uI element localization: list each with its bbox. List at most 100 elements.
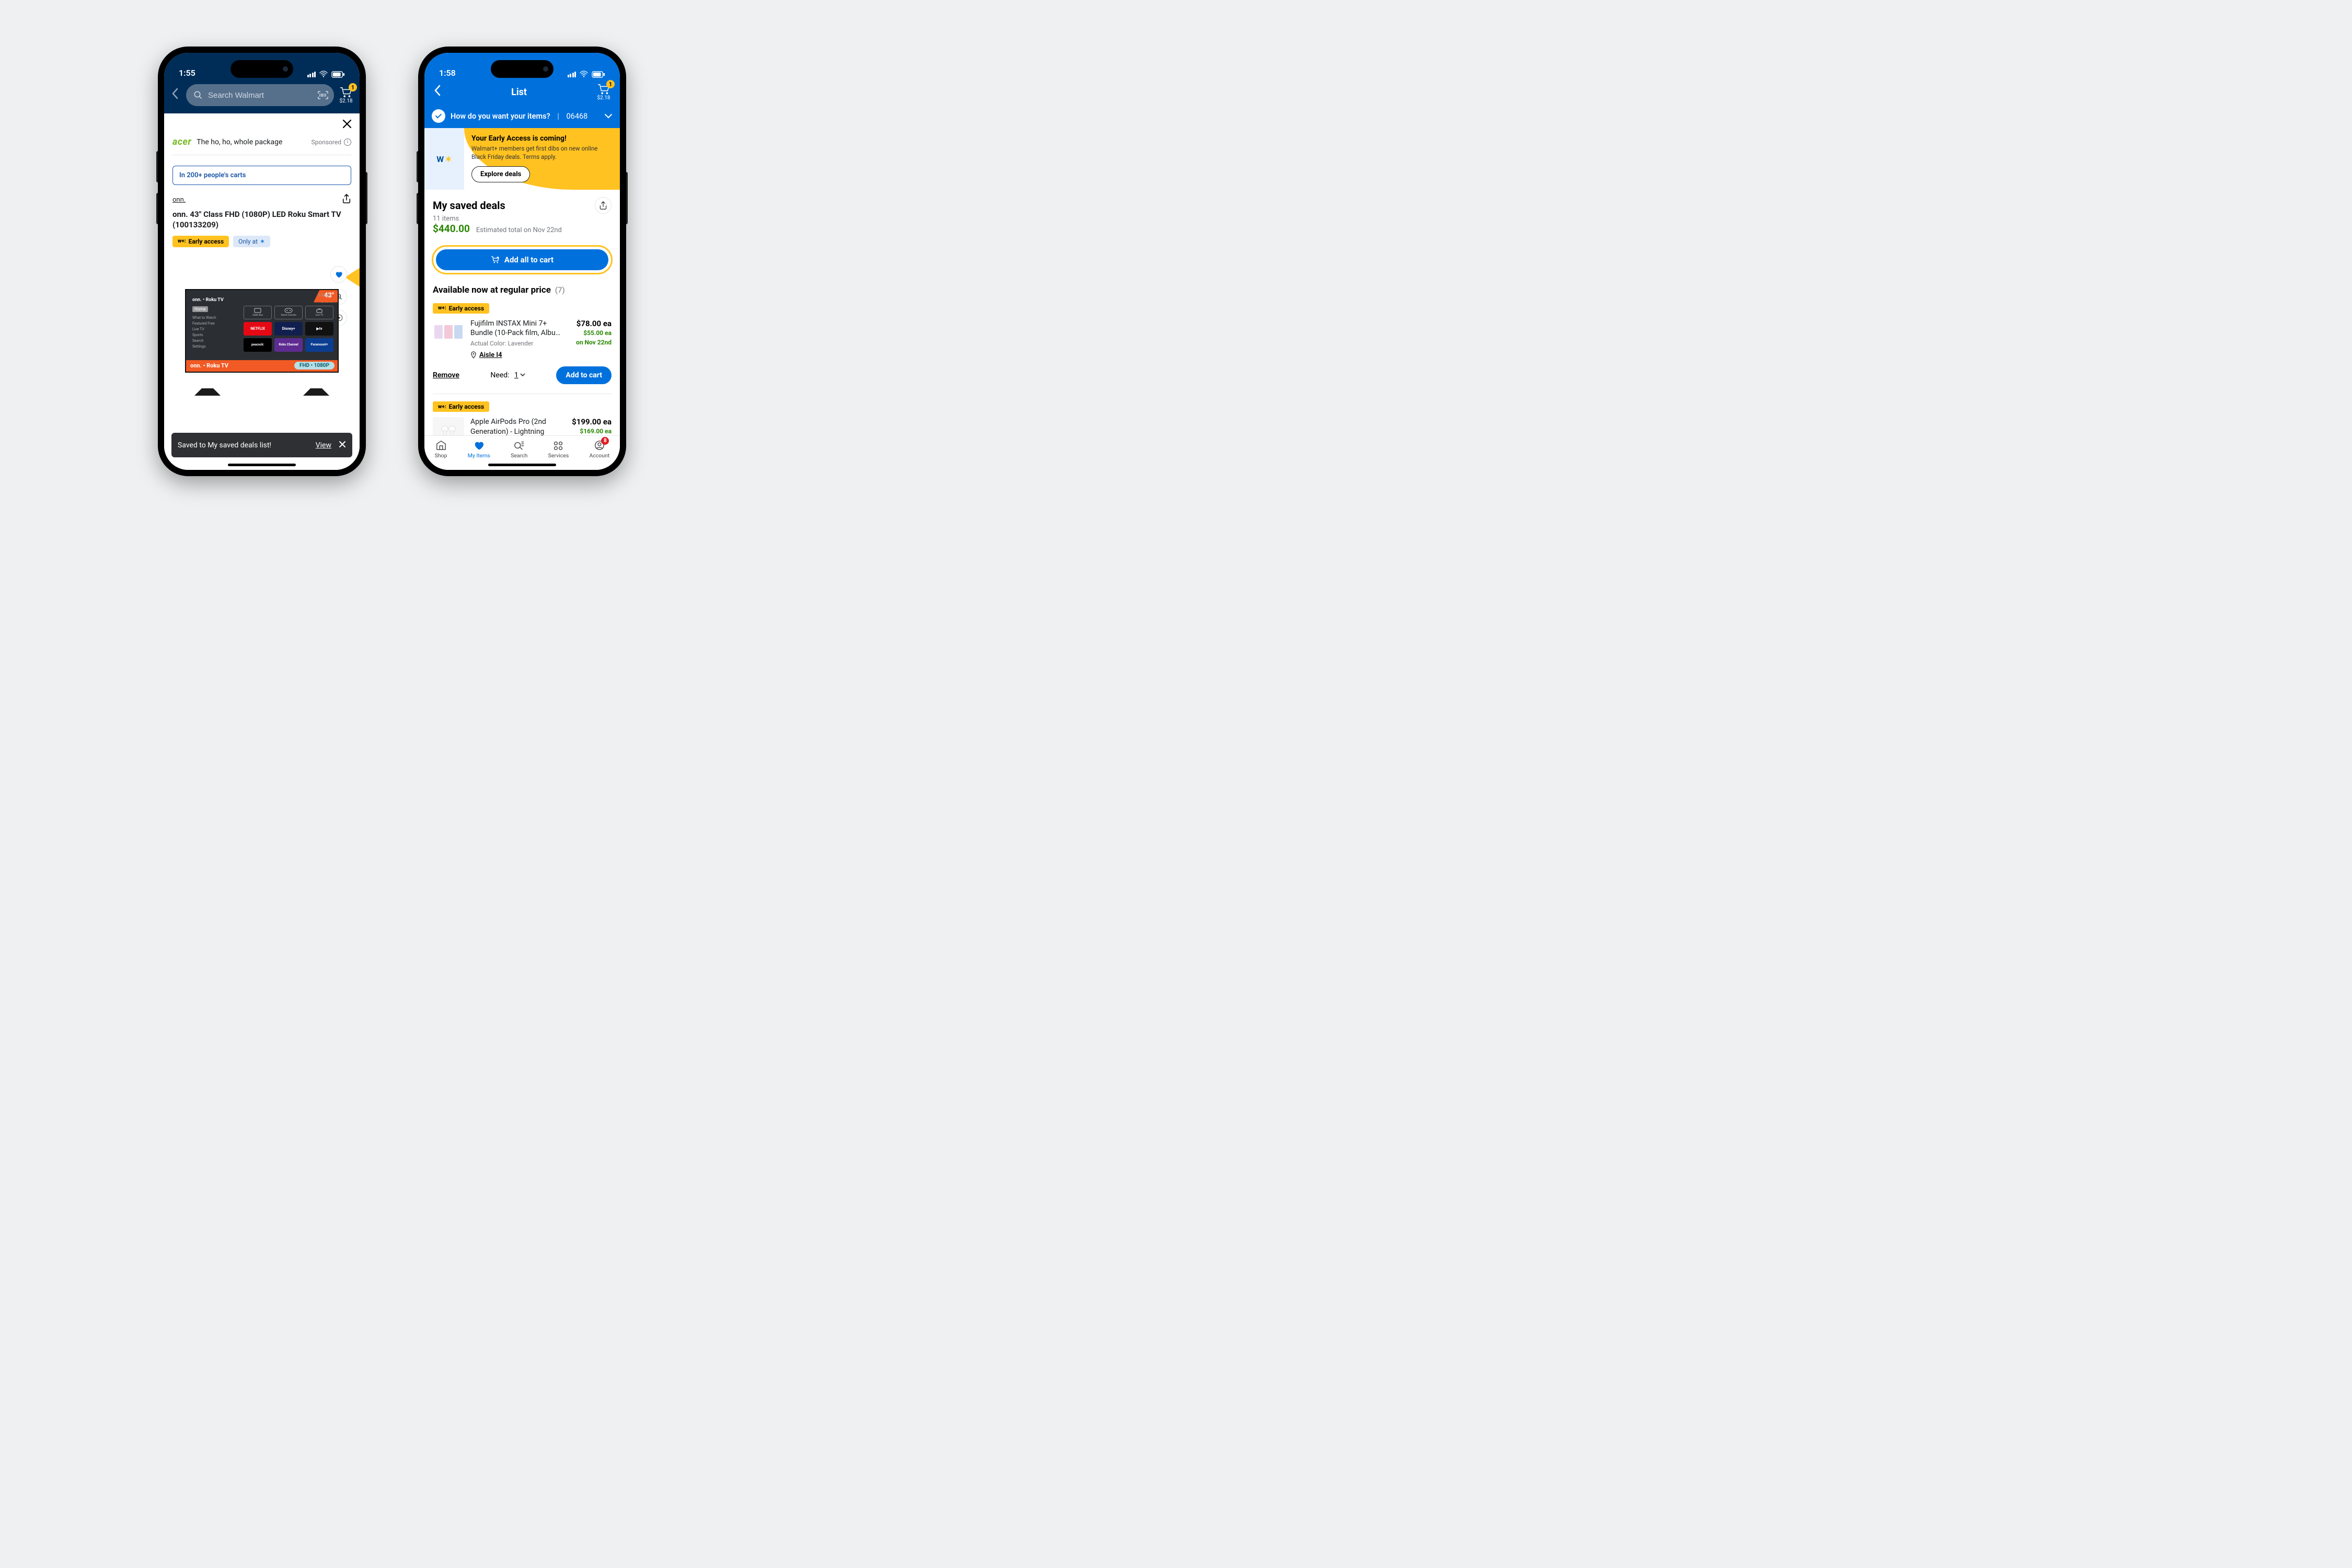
status-icons — [307, 71, 345, 78]
list-total-est: Estimated total on Nov 22nd — [476, 226, 562, 234]
fulfillment-icon — [432, 109, 445, 123]
tv-ui-menu: What to Watch Featured Free Live TV Spor… — [192, 315, 240, 350]
fulfillment-bar[interactable]: How do you want your items? | 06468 — [424, 104, 620, 128]
titlebar: List 1 $2.18 — [424, 81, 620, 104]
item-price-deal: $169.00 ea — [572, 426, 612, 436]
aisle-location[interactable]: Aisle I4 — [470, 351, 570, 359]
tab-shop[interactable]: Shop — [435, 440, 447, 459]
ad-brand-logo: acer — [172, 136, 191, 147]
remove-item-button[interactable]: Remove — [433, 371, 459, 379]
cart-button[interactable]: 1 $2.18 — [597, 83, 610, 101]
toast-close-button[interactable] — [339, 440, 346, 450]
tv-tile-peacock: peacock: — [244, 338, 272, 352]
home-indicator — [228, 464, 296, 466]
status-time: 1:58 — [439, 68, 456, 78]
early-access-badge: w+: Early access — [433, 303, 489, 314]
add-all-to-cart-button[interactable]: Add all to cart — [436, 249, 608, 270]
list-item-count: 11 items — [433, 215, 612, 223]
list-title: My saved deals — [433, 199, 505, 212]
services-icon — [552, 440, 564, 451]
cart-button[interactable]: 1 $2.18 — [339, 86, 353, 104]
only-at-badge: Only at ✶ — [233, 236, 270, 247]
tab-services[interactable]: Services — [548, 440, 569, 459]
badges-row: w+: Early access Only at ✶ — [172, 236, 351, 247]
sponsored-banner[interactable]: acer The ho, ho, whole package Sponsored… — [172, 113, 351, 155]
screen-left: 1:55 — [164, 53, 360, 470]
share-list-button[interactable] — [595, 197, 612, 214]
item-price-deal: $55.00 ea — [576, 328, 612, 338]
item-thumbnail[interactable] — [433, 319, 464, 345]
battery-icon — [331, 71, 345, 78]
back-button[interactable] — [434, 85, 441, 99]
ad-tagline: The ho, ho, whole package — [197, 138, 282, 146]
cart-total: $2.18 — [339, 98, 352, 104]
item-price-date: on Nov 22nd — [576, 338, 612, 347]
search-icon — [193, 90, 203, 100]
spark-icon: ✶ — [260, 238, 265, 245]
cart-total: $2.18 — [597, 95, 610, 101]
early-access-badge: w+: Early access — [172, 236, 229, 247]
battery-icon — [592, 71, 605, 78]
barcode-scan-icon[interactable] — [317, 90, 329, 100]
list-item: w+: Early access Fujifilm INSTAX Mini 7+… — [424, 302, 620, 400]
search-bar[interactable] — [186, 84, 334, 106]
close-button[interactable] — [342, 119, 352, 132]
phone-left: 1:55 — [158, 47, 366, 476]
signal-icon — [307, 71, 316, 77]
sponsored-label: Sponsored i — [312, 139, 351, 146]
available-now-heading: Available now at regular price (7) — [424, 281, 620, 302]
tv-ui-time: 5:24 pm — [318, 293, 331, 297]
home-indicator — [488, 464, 556, 466]
search-list-icon — [513, 440, 525, 451]
cart-badge: 1 — [606, 80, 615, 88]
early-access-badge: w+: Early access — [433, 401, 489, 412]
toast-view-link[interactable]: View — [316, 441, 331, 449]
quantity-selector[interactable]: Need: 1 — [490, 371, 525, 379]
product-sheet-body: acer The ho, ho, whole package Sponsored… — [164, 113, 360, 470]
item-variant: Actual Color: Lavender — [470, 340, 570, 347]
promo-body: Walmart+ members get first dibs on new o… — [471, 145, 613, 161]
back-button[interactable] — [169, 86, 181, 105]
item-name[interactable]: Fujifilm INSTAX Mini 7+ Bundle (10-Pack … — [470, 319, 570, 338]
yellow-side-tab[interactable] — [345, 268, 360, 287]
promo-icon-area: W✶ — [424, 128, 464, 190]
add-all-highlight: Add all to cart — [432, 245, 613, 274]
status-icons — [568, 71, 606, 78]
tv-ui-logo: onn. • Roku TV — [192, 297, 240, 303]
dynamic-island — [491, 60, 554, 78]
tab-account[interactable]: 8 Account — [589, 440, 609, 459]
fulfillment-question: How do you want your items? — [451, 112, 550, 121]
search-input[interactable] — [207, 90, 313, 100]
tv-fhd-tag: FHD • 1080P — [294, 362, 335, 370]
list-total-price: $440.00 — [433, 223, 470, 235]
info-icon[interactable]: i — [344, 139, 351, 146]
add-to-cart-button[interactable]: Add to cart — [556, 366, 612, 384]
cart-plus-icon — [491, 256, 500, 264]
screen-right: 1:58 List 1 $2.18 — [424, 53, 620, 470]
status-time: 1:55 — [179, 68, 195, 78]
nav-row: 1 $2.18 — [164, 81, 360, 113]
chevron-down-icon — [604, 112, 613, 121]
phone-right: 1:58 List 1 $2.18 — [418, 47, 626, 476]
page-title: List — [511, 87, 527, 98]
list-header: My saved deals 11 items $440.00 Estimate… — [424, 190, 620, 240]
brand-link[interactable]: onn. — [172, 196, 186, 204]
explore-deals-button[interactable]: Explore deals — [471, 166, 530, 182]
item-price-now: $199.00 ea — [572, 417, 612, 426]
tv-tile-rokuchannel: Roku Channel — [274, 338, 303, 352]
caret-down-icon — [520, 373, 525, 377]
tab-search[interactable]: Search — [511, 440, 527, 459]
tab-my-items[interactable]: My Items — [468, 440, 490, 459]
saved-toast: Saved to My saved deals list! View — [171, 433, 352, 457]
share-button[interactable] — [342, 193, 351, 206]
dynamic-island — [230, 60, 293, 78]
tv-tile-game: Game Console — [274, 306, 303, 319]
wifi-icon — [579, 71, 589, 78]
item-name[interactable]: Apple AirPods Pro (2nd Generation) - Lig… — [470, 417, 566, 436]
pin-icon — [470, 351, 477, 359]
favorite-button[interactable] — [330, 266, 347, 283]
tv-tile-live: Live TV — [305, 306, 333, 319]
tv-ui-home: Home — [192, 306, 208, 312]
promo-banner: W✶ Your Early Access is coming! Walmart+… — [424, 128, 620, 190]
tv-product-image[interactable]: 43" 5:24 pm onn. • Roku TV Home What to … — [185, 289, 339, 388]
